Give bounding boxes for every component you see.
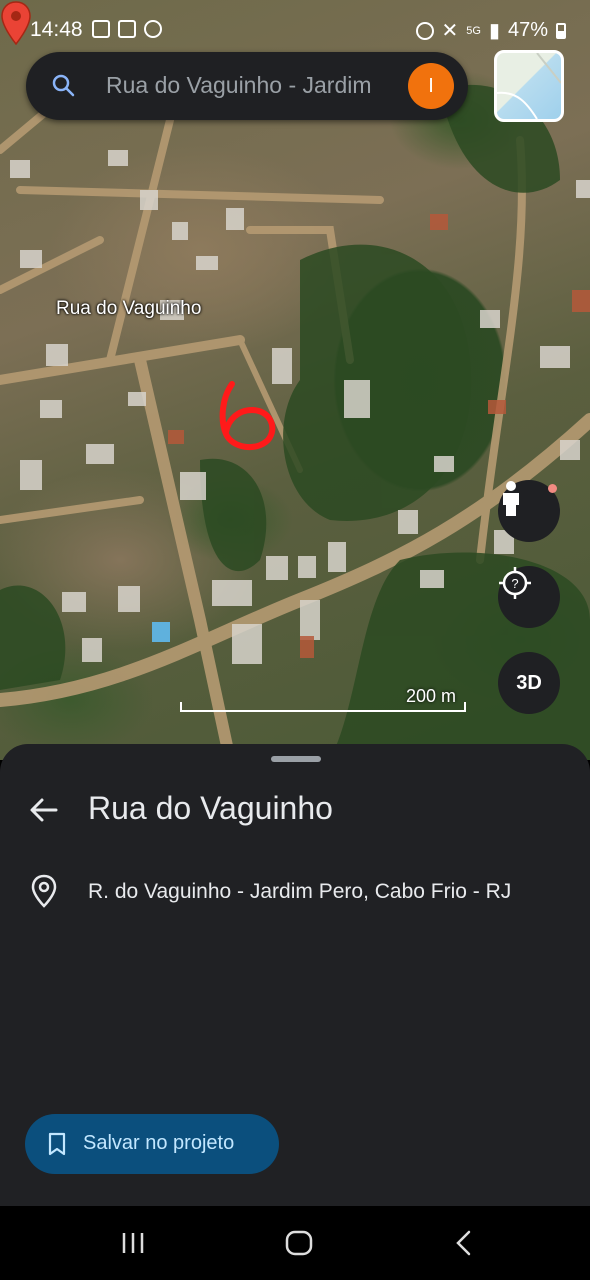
svg-text:?: ? — [511, 576, 518, 591]
home-icon[interactable] — [284, 1230, 314, 1256]
pegman-icon — [503, 481, 519, 516]
network-type-label: 5G — [466, 24, 481, 37]
3d-button[interactable]: 3D — [498, 652, 560, 714]
location-pin-icon — [31, 874, 57, 908]
search-bar[interactable]: Rua do Vaguinho - Jardim I — [26, 52, 468, 120]
save-to-project-button[interactable]: Salvar no projeto — [25, 1114, 279, 1174]
account-avatar[interactable]: I — [408, 63, 454, 109]
search-icon — [52, 74, 75, 97]
status-time: 14:48 — [30, 18, 83, 41]
notification-dot — [548, 484, 557, 493]
pool-shape — [152, 622, 170, 642]
gallery-icon — [92, 20, 110, 38]
notification-icons — [92, 20, 162, 38]
my-location-button[interactable]: ? — [498, 566, 560, 628]
crosshair-icon: ? — [499, 567, 531, 599]
alarm-icon — [415, 21, 434, 40]
pin-label: Rua do Vaguinho — [56, 298, 202, 319]
mute-icon: ✕ — [441, 20, 459, 42]
battery-icon — [556, 22, 566, 39]
check-icon — [118, 20, 136, 38]
bookmark-icon — [48, 1132, 66, 1156]
alarm-icon — [144, 20, 162, 38]
battery-percent: 47% — [507, 19, 548, 41]
scale-line — [180, 702, 466, 712]
search-input[interactable]: Rua do Vaguinho - Jardim — [106, 72, 406, 99]
sheet-drag-handle[interactable] — [271, 756, 321, 762]
scale-bar: 200 m — [180, 686, 466, 716]
back-arrow-icon[interactable] — [28, 794, 60, 826]
layers-thumbnail-icon — [497, 53, 561, 119]
recent-apps-icon[interactable] — [119, 1230, 149, 1256]
place-sheet[interactable]: Rua do Vaguinho R. do Vaguinho - Jardim … — [0, 744, 590, 1206]
signal-icon: ▮ — [488, 20, 500, 42]
back-nav-icon[interactable] — [450, 1230, 480, 1256]
navigation-bar — [0, 1206, 590, 1280]
save-label: Salvar no projeto — [83, 1132, 235, 1154]
place-address[interactable]: R. do Vaguinho - Jardim Pero, Cabo Frio … — [88, 880, 511, 904]
system-icons: ✕ 5G ▮ 47% — [415, 18, 566, 43]
place-title: Rua do Vaguinho — [88, 790, 333, 826]
map-layers-button[interactable] — [494, 50, 564, 122]
